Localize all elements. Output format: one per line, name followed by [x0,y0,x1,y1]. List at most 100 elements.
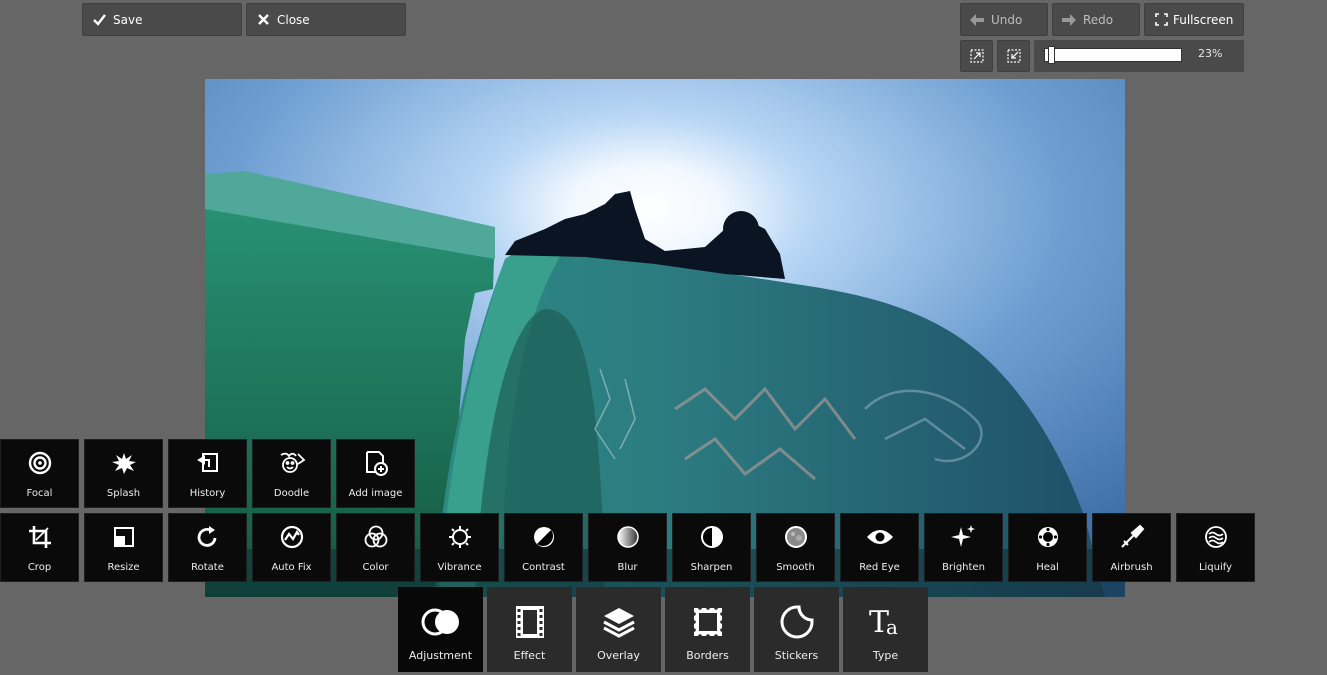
tool-label: Color [362,562,389,573]
shrink-icon [1006,49,1021,63]
tool-smooth-button[interactable]: Smooth [756,513,835,582]
save-button[interactable]: Save [82,3,242,36]
redo-button[interactable]: Redo [1052,3,1140,36]
tool-liquify-button[interactable]: Liquify [1176,513,1255,582]
fullscreen-icon [1153,12,1169,28]
category-adjustment-tab[interactable]: Adjustment [398,587,483,672]
tool-doodle-button[interactable]: Doodle [252,439,331,508]
close-icon [255,12,271,28]
tool-label: Auto Fix [271,562,312,573]
undo-label: Undo [991,12,1023,27]
borders-icon [665,603,750,641]
history-icon [169,450,246,476]
tool-vibrance-button[interactable]: Vibrance [420,513,499,582]
contrast-icon [505,524,582,550]
focal-icon [1,450,78,476]
tool-focal-button[interactable]: Focal [0,439,79,508]
effect-icon [487,603,572,641]
tool-label: Smooth [776,562,815,573]
category-effect-tab[interactable]: Effect [487,587,572,672]
zoom-slider[interactable] [1044,46,1182,64]
category-label: Overlay [597,649,640,662]
tool-label: Brighten [942,562,985,573]
close-label: Close [277,12,310,27]
category-label: Effect [513,649,546,662]
type-icon: Ta [843,603,928,641]
tool-label: Red Eye [859,562,900,573]
category-stickers-tab[interactable]: Stickers [754,587,839,672]
tool-label: Focal [26,488,53,499]
zoom-control: 23% [1034,40,1244,72]
liquify-icon [1177,524,1254,550]
category-type-tab[interactable]: Ta Type [843,587,928,672]
close-button[interactable]: Close [246,3,406,36]
category-overlay-tab[interactable]: Overlay [576,587,661,672]
category-label: Type [872,649,899,662]
category-label: Stickers [774,649,819,662]
airbrush-icon [1093,524,1170,550]
tool-sharpen-button[interactable]: Sharpen [672,513,751,582]
overlay-icon [576,603,661,641]
category-label: Borders [686,649,729,662]
splash-icon [85,450,162,476]
tool-label: Add image [348,488,403,499]
tool-blur-button[interactable]: Blur [588,513,667,582]
adjustment-icon [398,603,483,641]
tool-brighten-button[interactable]: Brighten [924,513,1003,582]
tool-label: Rotate [191,562,224,573]
vibrance-icon [421,524,498,550]
stickers-icon [754,603,839,641]
tool-auto-fix-button[interactable]: Auto Fix [252,513,331,582]
tool-history-button[interactable]: History [168,439,247,508]
tool-label: Airbrush [1110,562,1153,573]
tool-label: Resize [107,562,140,573]
category-borders-tab[interactable]: Borders [665,587,750,672]
tool-add-image-button[interactable]: Add image [336,439,415,508]
zoom-fit-button[interactable] [960,40,993,72]
tool-heal-button[interactable]: Heal [1008,513,1087,582]
heal-icon [1009,524,1086,550]
tool-label: Splash [106,488,141,499]
tool-label: Sharpen [690,562,733,573]
fullscreen-label: Fullscreen [1173,12,1234,27]
smooth-icon [757,524,834,550]
tool-label: History [189,488,226,499]
fullscreen-button[interactable]: Fullscreen [1144,3,1244,36]
doodle-icon [253,450,330,476]
tool-label: Crop [27,562,52,573]
zoom-slider-handle[interactable] [1047,46,1055,64]
arrow-left-icon [969,12,985,28]
svg-text:a: a [886,615,898,639]
checkmark-icon [91,12,107,28]
arrow-right-icon [1061,12,1077,28]
sharpen-icon [673,524,750,550]
tool-label: Vibrance [437,562,482,573]
tool-label: Liquify [1198,562,1233,573]
redo-label: Redo [1083,12,1114,27]
save-label: Save [113,12,143,27]
zoom-percent: 23% [1198,47,1223,60]
tool-contrast-button[interactable]: Contrast [504,513,583,582]
rotate-icon [169,524,246,550]
blur-icon [589,524,666,550]
tool-splash-button[interactable]: Splash [84,439,163,508]
tool-label: Doodle [273,488,310,499]
color-icon [337,524,414,550]
red-eye-icon [841,524,918,550]
tool-resize-button[interactable]: Resize [84,513,163,582]
tool-crop-button[interactable]: Crop [0,513,79,582]
brighten-icon [925,524,1002,550]
auto-fix-icon [253,524,330,550]
tool-label: Heal [1036,562,1059,573]
zoom-actual-button[interactable] [997,40,1030,72]
tool-red-eye-button[interactable]: Red Eye [840,513,919,582]
category-label: Adjustment [408,649,473,662]
resize-icon [85,524,162,550]
expand-icon [969,49,984,63]
crop-icon [1,524,78,550]
undo-button[interactable]: Undo [960,3,1048,36]
tool-color-button[interactable]: Color [336,513,415,582]
tool-airbrush-button[interactable]: Airbrush [1092,513,1171,582]
tool-label: Blur [617,562,638,573]
tool-rotate-button[interactable]: Rotate [168,513,247,582]
